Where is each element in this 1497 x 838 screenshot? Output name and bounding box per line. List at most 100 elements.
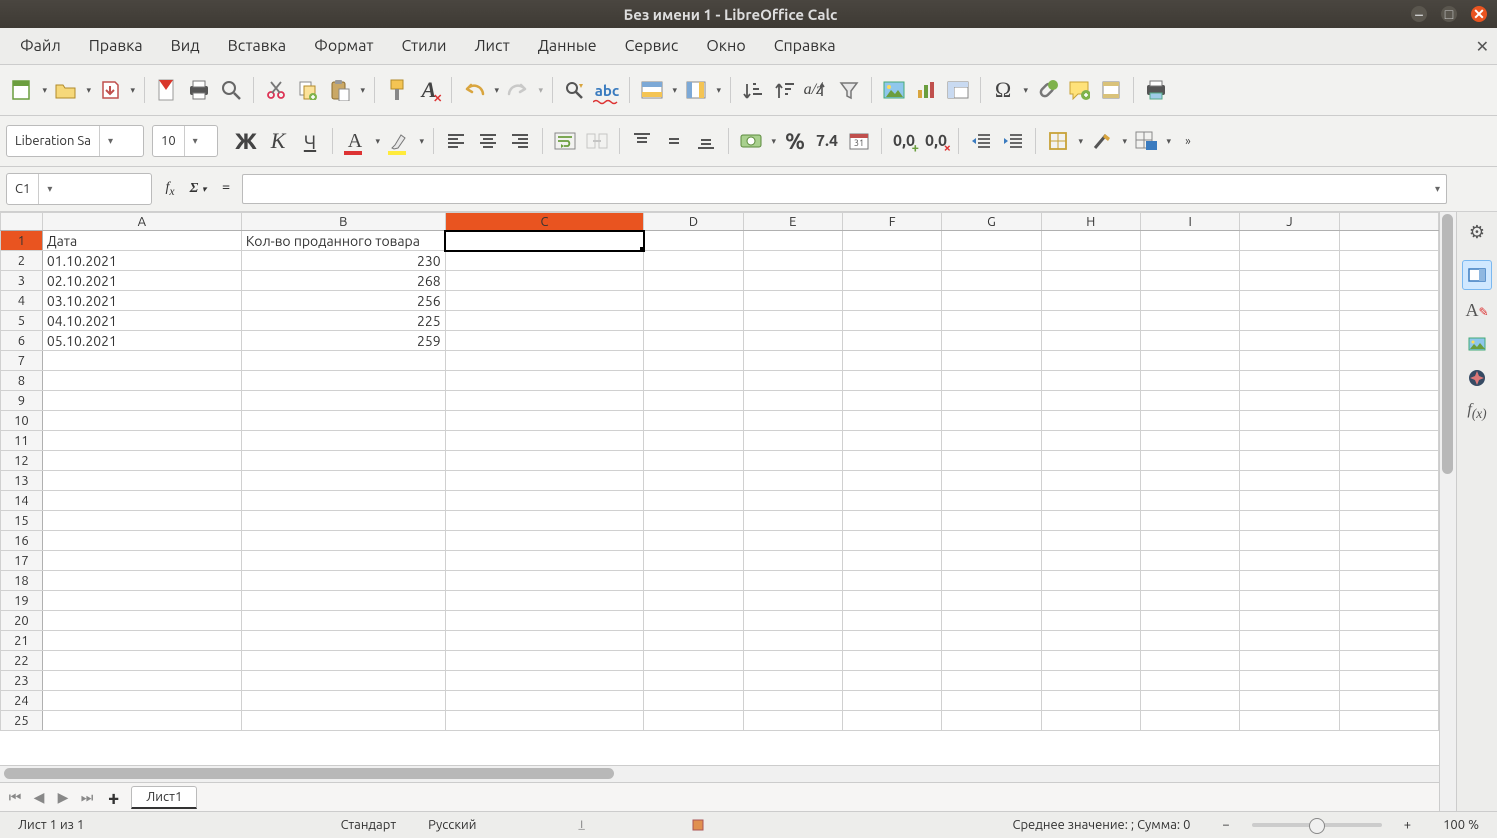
cell-E3[interactable]	[743, 271, 842, 291]
cell-E14[interactable]	[743, 491, 842, 511]
cell-H15[interactable]	[1041, 511, 1140, 531]
cell-A5[interactable]: 04.10.2021	[42, 311, 241, 331]
open-button[interactable]	[50, 74, 82, 106]
cell-J3[interactable]	[1240, 271, 1339, 291]
valign-top-button[interactable]	[626, 125, 658, 157]
cell-E18[interactable]	[743, 571, 842, 591]
cell-I5[interactable]	[1140, 311, 1239, 331]
cell-21[interactable]	[1339, 631, 1438, 651]
cell-2[interactable]	[1339, 251, 1438, 271]
cell-B8[interactable]	[241, 371, 445, 391]
cell-H20[interactable]	[1041, 611, 1140, 631]
cell-D6[interactable]	[644, 331, 743, 351]
print-preview-button[interactable]	[215, 74, 247, 106]
cell-6[interactable]	[1339, 331, 1438, 351]
add-decimal-button[interactable]: 0,0+	[888, 125, 920, 157]
cell-H25[interactable]	[1041, 711, 1140, 731]
row-header-16[interactable]: 16	[1, 531, 43, 551]
cell-D9[interactable]	[644, 391, 743, 411]
cell-I19[interactable]	[1140, 591, 1239, 611]
cell-12[interactable]	[1339, 451, 1438, 471]
col-header-E[interactable]: E	[743, 213, 842, 231]
cell-F11[interactable]	[842, 431, 941, 451]
cell-B2[interactable]: 230	[241, 251, 445, 271]
cell-3[interactable]	[1339, 271, 1438, 291]
cell-D10[interactable]	[644, 411, 743, 431]
selection-mode-indicator[interactable]	[682, 812, 714, 838]
cell-J23[interactable]	[1240, 671, 1339, 691]
cell-7[interactable]	[1339, 351, 1438, 371]
row-header-17[interactable]: 17	[1, 551, 43, 571]
cell-H7[interactable]	[1041, 351, 1140, 371]
cell-E5[interactable]	[743, 311, 842, 331]
cell-A9[interactable]	[42, 391, 241, 411]
cell-F6[interactable]	[842, 331, 941, 351]
cell-H12[interactable]	[1041, 451, 1140, 471]
row-header-6[interactable]: 6	[1, 331, 43, 351]
cell-F4[interactable]	[842, 291, 941, 311]
cell-H8[interactable]	[1041, 371, 1140, 391]
cell-J24[interactable]	[1240, 691, 1339, 711]
cell-H10[interactable]	[1041, 411, 1140, 431]
cell-H4[interactable]	[1041, 291, 1140, 311]
cell-B4[interactable]: 256	[241, 291, 445, 311]
cell-B11[interactable]	[241, 431, 445, 451]
undo-button[interactable]	[458, 74, 490, 106]
cell-D14[interactable]	[644, 491, 743, 511]
cell-C25[interactable]	[445, 711, 644, 731]
cell-B16[interactable]	[241, 531, 445, 551]
font-size-combo[interactable]: 10▾	[152, 125, 218, 157]
navigator-panel-icon[interactable]	[1463, 364, 1491, 392]
cell-F12[interactable]	[842, 451, 941, 471]
cell-I10[interactable]	[1140, 411, 1239, 431]
cell-J7[interactable]	[1240, 351, 1339, 371]
menu-Правка[interactable]: Правка	[75, 31, 157, 61]
cell-I11[interactable]	[1140, 431, 1239, 451]
row-header-5[interactable]: 5	[1, 311, 43, 331]
cell-E4[interactable]	[743, 291, 842, 311]
cell-E19[interactable]	[743, 591, 842, 611]
cell-B18[interactable]	[241, 571, 445, 591]
special-char-button[interactable]: Ω	[987, 74, 1019, 106]
font-name-combo[interactable]: Liberation Sa▾	[6, 125, 144, 157]
cell-A14[interactable]	[42, 491, 241, 511]
find-replace-button[interactable]	[559, 74, 591, 106]
window-maximize-button[interactable]: □	[1441, 6, 1457, 22]
cell-C12[interactable]	[445, 451, 644, 471]
cell-H9[interactable]	[1041, 391, 1140, 411]
valign-bottom-button[interactable]	[690, 125, 722, 157]
cell-J2[interactable]	[1240, 251, 1339, 271]
cell-I14[interactable]	[1140, 491, 1239, 511]
cell-G17[interactable]	[942, 551, 1041, 571]
cell-G21[interactable]	[942, 631, 1041, 651]
cell-J20[interactable]	[1240, 611, 1339, 631]
cell-H2[interactable]	[1041, 251, 1140, 271]
row-header-19[interactable]: 19	[1, 591, 43, 611]
cell-I16[interactable]	[1140, 531, 1239, 551]
cell-D19[interactable]	[644, 591, 743, 611]
cell-D22[interactable]	[644, 651, 743, 671]
col-header-F[interactable]: F	[842, 213, 941, 231]
align-right-button[interactable]	[504, 125, 536, 157]
paste-button[interactable]	[324, 74, 356, 106]
cell-F18[interactable]	[842, 571, 941, 591]
cell-B24[interactable]	[241, 691, 445, 711]
cell-H21[interactable]	[1041, 631, 1140, 651]
cell-I12[interactable]	[1140, 451, 1239, 471]
cell-A13[interactable]	[42, 471, 241, 491]
currency-button[interactable]	[735, 125, 767, 157]
italic-button[interactable]: К	[262, 125, 294, 157]
cell-E25[interactable]	[743, 711, 842, 731]
cell-B15[interactable]	[241, 511, 445, 531]
cell-C18[interactable]	[445, 571, 644, 591]
cell-E11[interactable]	[743, 431, 842, 451]
cell-B12[interactable]	[241, 451, 445, 471]
cell-G23[interactable]	[942, 671, 1041, 691]
cell-E12[interactable]	[743, 451, 842, 471]
cell-18[interactable]	[1339, 571, 1438, 591]
sort-asc-button[interactable]	[737, 74, 769, 106]
cell-C19[interactable]	[445, 591, 644, 611]
first-sheet-button[interactable]: ⏮	[6, 789, 24, 806]
col-header-C[interactable]: C	[445, 213, 644, 231]
cell-14[interactable]	[1339, 491, 1438, 511]
